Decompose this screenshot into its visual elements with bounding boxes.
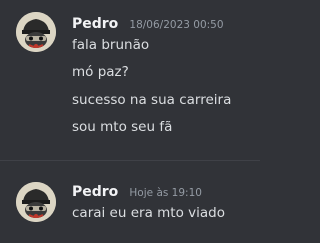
message-divider (0, 160, 260, 161)
username[interactable]: Pedro (72, 16, 118, 32)
pepe-hat-avatar-icon (16, 12, 56, 52)
message-group: Pedro 18/06/2023 00:50 fala brunão mó pa… (0, 0, 260, 160)
pepe-hat-avatar-icon (16, 182, 56, 222)
username[interactable]: Pedro (72, 184, 118, 200)
message-group: Pedro Hoje às 19:10 carai eu era mto via… (0, 170, 260, 243)
timestamp[interactable]: Hoje às 19:10 (129, 187, 202, 199)
timestamp[interactable]: 18/06/2023 00:50 (129, 19, 223, 31)
message-header: Pedro Hoje às 19:10 (72, 181, 202, 200)
user-avatar[interactable] (16, 12, 56, 52)
user-avatar[interactable] (16, 182, 56, 222)
message-text: carai eu era mto viado (72, 205, 225, 221)
message-text: sucesso na sua carreira (72, 92, 232, 108)
message-text: sou mto seu fã (72, 119, 173, 135)
message-text: mó paz? (72, 64, 129, 80)
message-header: Pedro 18/06/2023 00:50 (72, 13, 224, 32)
message-text: fala brunão (72, 37, 150, 53)
